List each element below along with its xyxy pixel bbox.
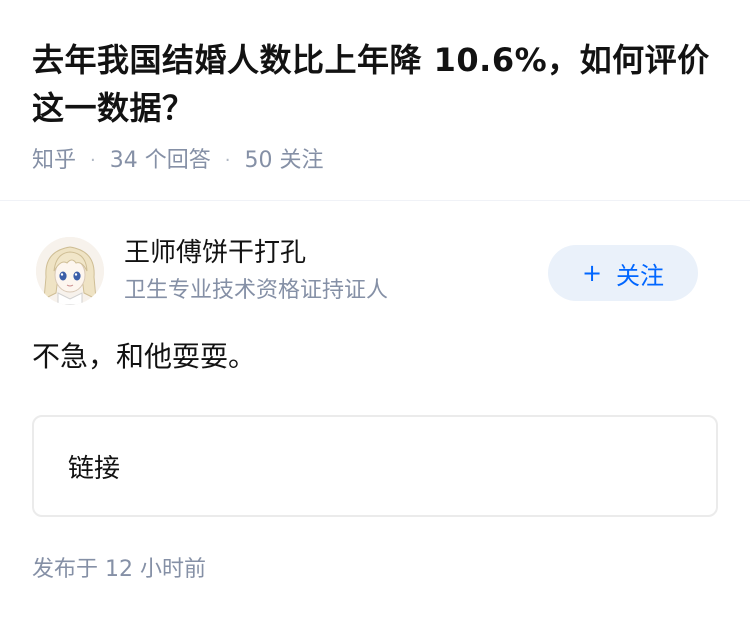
link-card[interactable]: 链接 xyxy=(32,415,718,517)
zhihu-answer-page: 去年我国结婚人数比上年降 10.6%，如何评价这一数据？ 知乎 · 34 个回答… xyxy=(0,0,750,624)
plus-icon: + xyxy=(581,259,603,287)
link-card-label: 链接 xyxy=(68,453,121,484)
meta-separator: · xyxy=(224,150,231,171)
avatar[interactable] xyxy=(36,237,104,305)
answer-card: 王师傅饼干打孔 卫生专业技术资格证持证人 + 关注 不急，和他耍耍。 链接 发布… xyxy=(0,201,750,585)
answer-count[interactable]: 34 个回答 xyxy=(110,146,211,176)
question-meta: 知乎 · 34 个回答 · 50 关注 xyxy=(32,146,718,176)
follow-button-label: 关注 xyxy=(616,261,665,290)
author-name[interactable]: 王师傅饼干打孔 xyxy=(124,235,306,271)
published-time: 发布于 12 小时前 xyxy=(32,557,206,582)
author-row: 王师傅饼干打孔 卫生专业技术资格证持证人 + 关注 xyxy=(32,201,718,311)
meta-separator: · xyxy=(90,150,96,171)
anime-girl-avatar-icon xyxy=(36,237,104,305)
author-headline: 卫生专业技术资格证持证人 xyxy=(124,278,389,303)
source-label[interactable]: 知乎 xyxy=(32,146,76,176)
question-header: 去年我国结婚人数比上年降 10.6%，如何评价这一数据？ 知乎 · 34 个回答… xyxy=(0,0,750,176)
question-title[interactable]: 去年我国结婚人数比上年降 10.6%，如何评价这一数据？ xyxy=(32,36,718,132)
follow-button[interactable]: + 关注 xyxy=(548,245,698,301)
answer-content: 不急，和他耍耍。 xyxy=(32,340,257,373)
follower-count: 50 关注 xyxy=(244,148,324,173)
